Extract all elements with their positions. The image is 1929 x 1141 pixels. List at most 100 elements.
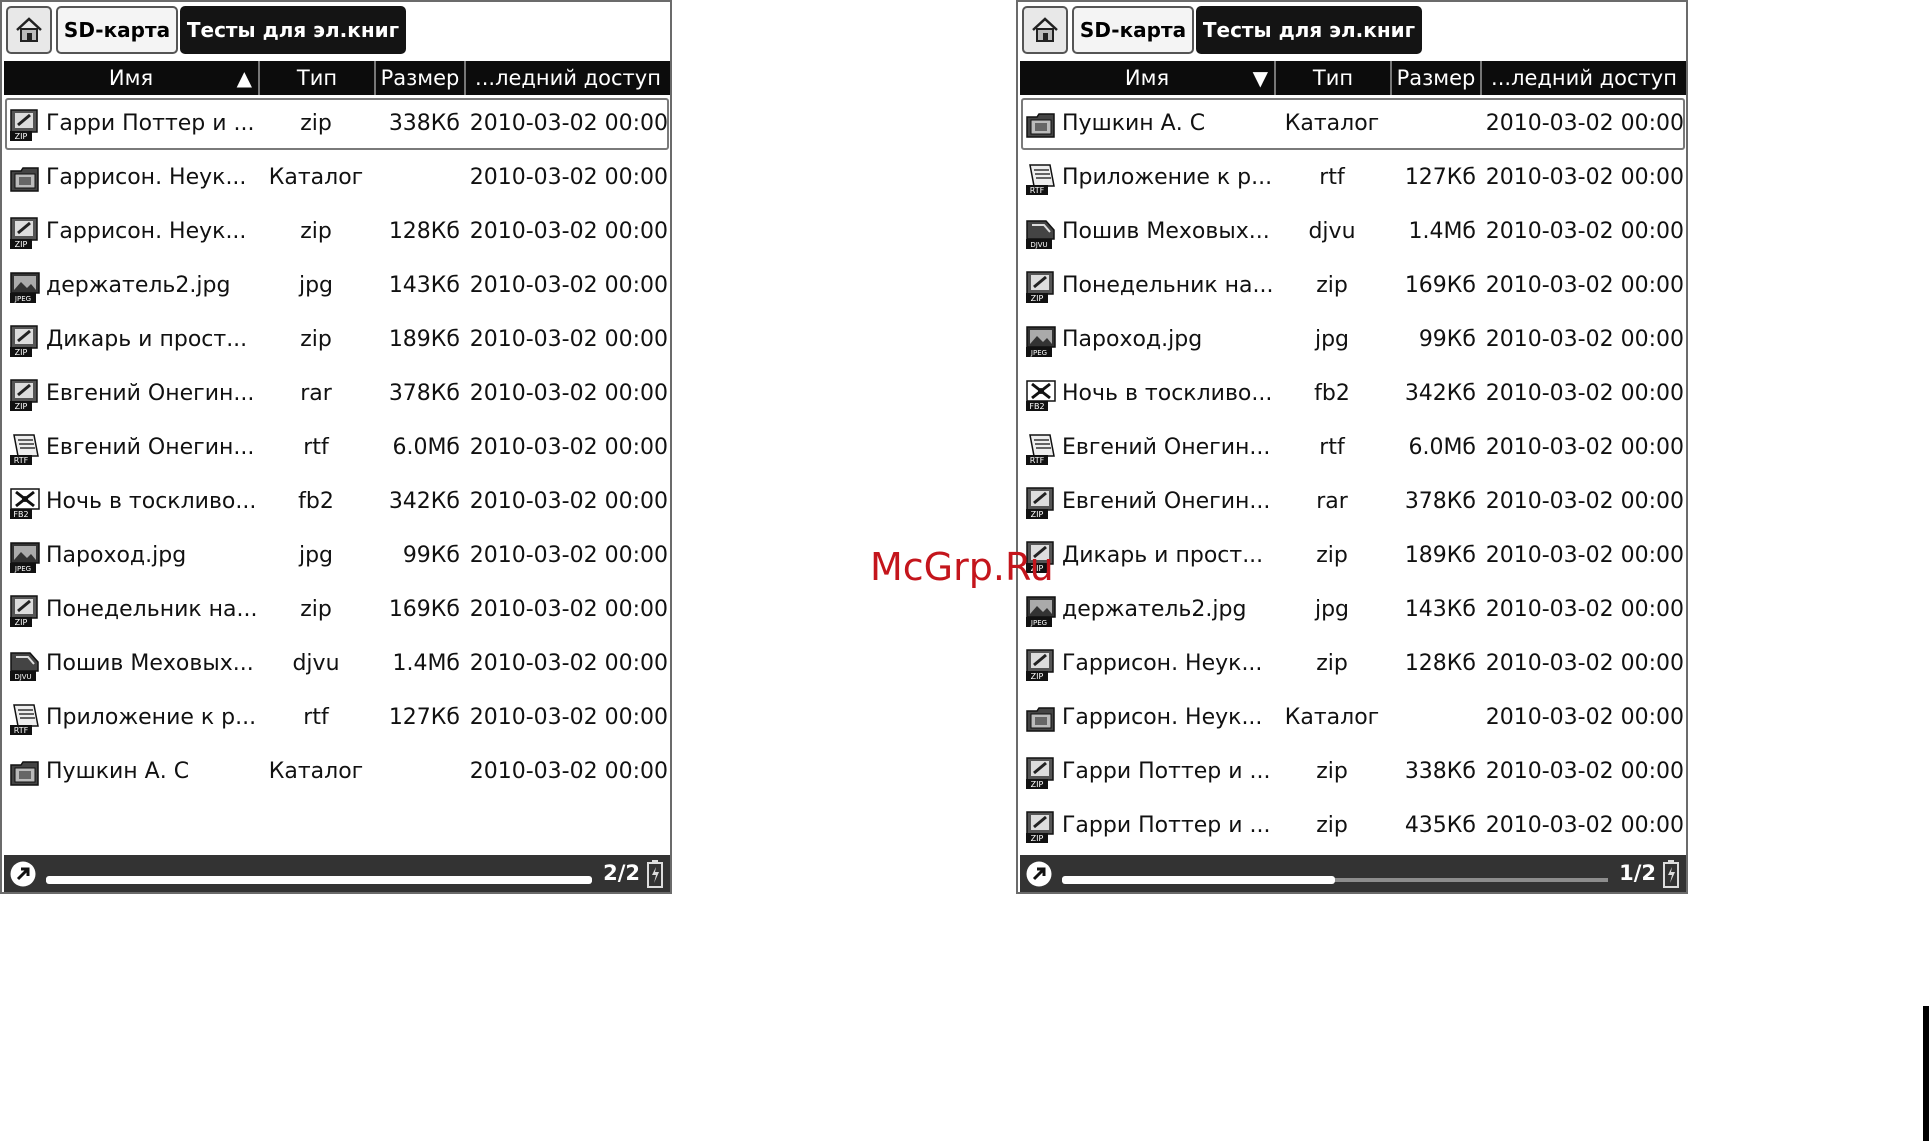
fb2-icon: FB2	[8, 486, 42, 520]
file-last-access: 2010-03-02 00:00	[1485, 273, 1684, 298]
watermark-text: McGrp.Ru	[870, 545, 1054, 589]
file-row[interactable]: ZIP Евгений Онегин... rar 378Кб 2010-03-02 0…	[4, 367, 670, 421]
file-type: rtf	[1319, 165, 1345, 190]
page-progress-fill	[46, 876, 592, 884]
file-size: 189Кб	[388, 327, 460, 352]
zip-icon: ZIP	[8, 324, 42, 358]
column-header-type[interactable]: Тип	[1274, 61, 1390, 95]
file-last-access: 2010-03-02 00:00	[1485, 219, 1684, 244]
file-size: 435Кб	[1404, 813, 1476, 838]
column-label: Имя	[108, 66, 154, 90]
file-name: Гаррисон. Неук...	[46, 219, 247, 244]
file-row[interactable]: RTF Евгений Онегин... rtf 6.0Мб 2010-03-02 0…	[1020, 421, 1686, 475]
svg-text:ZIP: ZIP	[15, 348, 28, 357]
file-row[interactable]: ZIP Гарри Поттер и ... zip 338Кб 2010-03-02 …	[1020, 745, 1686, 799]
svg-text:ZIP: ZIP	[1031, 672, 1044, 681]
zip-icon: ZIP	[8, 216, 42, 250]
home-button[interactable]	[6, 6, 52, 54]
file-row-selected[interactable]: ZIP Гарри Поттер и ... zip 338Кб 2010-03-02 …	[4, 97, 670, 151]
file-size: 6.0Мб	[1408, 435, 1476, 460]
file-row[interactable]: JPEG держатель2.jpg jpg 143Кб 2010-03-02 00:…	[4, 259, 670, 313]
file-row[interactable]: Гаррисон. Неук... Каталог 2010-03-02 00:00	[1020, 691, 1686, 745]
zip-icon: ZIP	[1024, 270, 1058, 304]
file-row[interactable]: RTF Приложение к р... rtf 127Кб 2010-03-02 0…	[1020, 151, 1686, 205]
file-row[interactable]: ZIP Понедельник на... zip 169Кб 2010-03-02 0…	[4, 583, 670, 637]
page-counter: 2/2	[603, 861, 640, 885]
file-row[interactable]: Пушкин А. С Каталог 2010-03-02 00:00	[4, 745, 670, 799]
file-name: Понедельник на...	[46, 597, 258, 622]
file-size: 189Кб	[1404, 543, 1476, 568]
zip-icon: ZIP	[8, 108, 42, 142]
column-header-name[interactable]: Имя ▲	[4, 61, 258, 95]
breadcrumb: SD-карта Тесты для эл.книг	[1018, 2, 1686, 58]
file-row[interactable]: ZIP Дикарь и прост... zip 189Кб 2010-03-02 0…	[4, 313, 670, 367]
file-last-access: 2010-03-02 00:00	[469, 597, 668, 622]
file-row[interactable]: DJVU Пошив Меховых... djvu 1.4Мб 2010-03-02 …	[1020, 205, 1686, 259]
file-row[interactable]: FB2 Ночь в тоскливо... fb2 342Кб 2010-03-02 …	[4, 475, 670, 529]
svg-text:FB2: FB2	[1029, 402, 1044, 411]
goto-page-icon[interactable]	[9, 860, 37, 888]
svg-text:JPEG: JPEG	[14, 295, 31, 303]
breadcrumb-current-folder[interactable]: Тесты для эл.книг	[180, 6, 406, 54]
column-header-last-access[interactable]: ...ледний доступ	[1480, 61, 1686, 95]
file-size: 342Кб	[1404, 381, 1476, 406]
folder-icon	[8, 162, 42, 196]
folder-icon	[1024, 108, 1058, 142]
file-row[interactable]: ZIP Гарри Поттер и ... zip 435Кб 2010-03-02 …	[1020, 799, 1686, 853]
file-row[interactable]: ZIP Дикарь и прост... zip 189Кб 2010-03-02 0…	[1020, 529, 1686, 583]
svg-text:DJVU: DJVU	[14, 673, 31, 681]
fb2-icon: FB2	[1024, 378, 1058, 412]
breadcrumb-sd-card[interactable]: SD-карта	[56, 6, 178, 54]
file-row[interactable]: FB2 Ночь в тоскливо... fb2 342Кб 2010-03-02 …	[1020, 367, 1686, 421]
column-header-size[interactable]: Размер	[1390, 61, 1480, 95]
column-header-last-access[interactable]: ...ледний доступ	[464, 61, 670, 95]
djvu-icon: DJVU	[8, 648, 42, 682]
file-row[interactable]: DJVU Пошив Меховых... djvu 1.4Мб 2010-03-02 …	[4, 637, 670, 691]
file-row[interactable]: JPEG Пароход.jpg jpg 99Кб 2010-03-02 00:00	[1020, 313, 1686, 367]
file-row[interactable]: JPEG Пароход.jpg jpg 99Кб 2010-03-02 00:00	[4, 529, 670, 583]
file-row-selected[interactable]: Пушкин А. С Каталог 2010-03-02 00:00	[1020, 97, 1686, 151]
breadcrumb-current-folder[interactable]: Тесты для эл.книг	[1196, 6, 1422, 54]
file-name: Приложение к р...	[1062, 165, 1273, 190]
file-name: Евгений Онегин...	[46, 435, 255, 460]
file-type: zip	[300, 111, 332, 136]
file-type: djvu	[292, 651, 340, 676]
file-name: Гаррисон. Неук...	[46, 165, 247, 190]
file-row[interactable]: ZIP Евгений Онегин... rar 378Кб 2010-03-02 0…	[1020, 475, 1686, 529]
file-size: 128Кб	[388, 219, 460, 244]
column-header-size[interactable]: Размер	[374, 61, 464, 95]
jpeg-icon: JPEG	[8, 270, 42, 304]
file-name: Пароход.jpg	[1062, 327, 1203, 352]
column-header-name[interactable]: Имя ▼	[1020, 61, 1274, 95]
file-last-access: 2010-03-02 00:00	[469, 705, 668, 730]
breadcrumb-sd-card[interactable]: SD-карта	[1072, 6, 1194, 54]
file-type: jpg	[1314, 327, 1350, 352]
jpeg-icon: JPEG	[8, 540, 42, 574]
home-button[interactable]	[1022, 6, 1068, 54]
file-size: 99Кб	[1418, 327, 1476, 352]
file-row[interactable]: RTF Приложение к р... rtf 127Кб 2010-03-02 0…	[4, 691, 670, 745]
status-bar: 2/2	[4, 855, 670, 892]
file-list: ZIP Гарри Поттер и ... zip 338Кб 2010-03-02 …	[4, 97, 670, 799]
file-row[interactable]: Гаррисон. Неук... Каталог 2010-03-02 00:00	[4, 151, 670, 205]
file-type: rar	[300, 381, 332, 406]
svg-text:DJVU: DJVU	[1030, 241, 1047, 249]
file-row[interactable]: RTF Евгений Онегин... rtf 6.0Мб 2010-03-02 0…	[4, 421, 670, 475]
file-last-access: 2010-03-02 00:00	[1485, 111, 1684, 136]
file-row[interactable]: ZIP Понедельник на... zip 169Кб 2010-03-02 0…	[1020, 259, 1686, 313]
file-name: Гарри Поттер и ...	[1062, 813, 1271, 838]
file-row[interactable]: JPEG держатель2.jpg jpg 143Кб 2010-03-02 00:…	[1020, 583, 1686, 637]
file-type: zip	[300, 327, 332, 352]
file-last-access: 2010-03-02 00:00	[469, 489, 668, 514]
file-size: 378Кб	[1404, 489, 1476, 514]
svg-text:ZIP: ZIP	[15, 402, 28, 411]
goto-page-icon[interactable]	[1025, 860, 1053, 888]
battery-charging-icon	[647, 860, 663, 888]
zip-icon: ZIP	[8, 594, 42, 628]
file-name: Евгений Онегин...	[46, 381, 255, 406]
file-row[interactable]: ZIP Гаррисон. Неук... zip 128Кб 2010-03-02 0…	[4, 205, 670, 259]
column-header-type[interactable]: Тип	[258, 61, 374, 95]
file-last-access: 2010-03-02 00:00	[469, 219, 668, 244]
jpeg-icon: JPEG	[1024, 594, 1058, 628]
file-row[interactable]: ZIP Гаррисон. Неук... zip 128Кб 2010-03-02 0…	[1020, 637, 1686, 691]
